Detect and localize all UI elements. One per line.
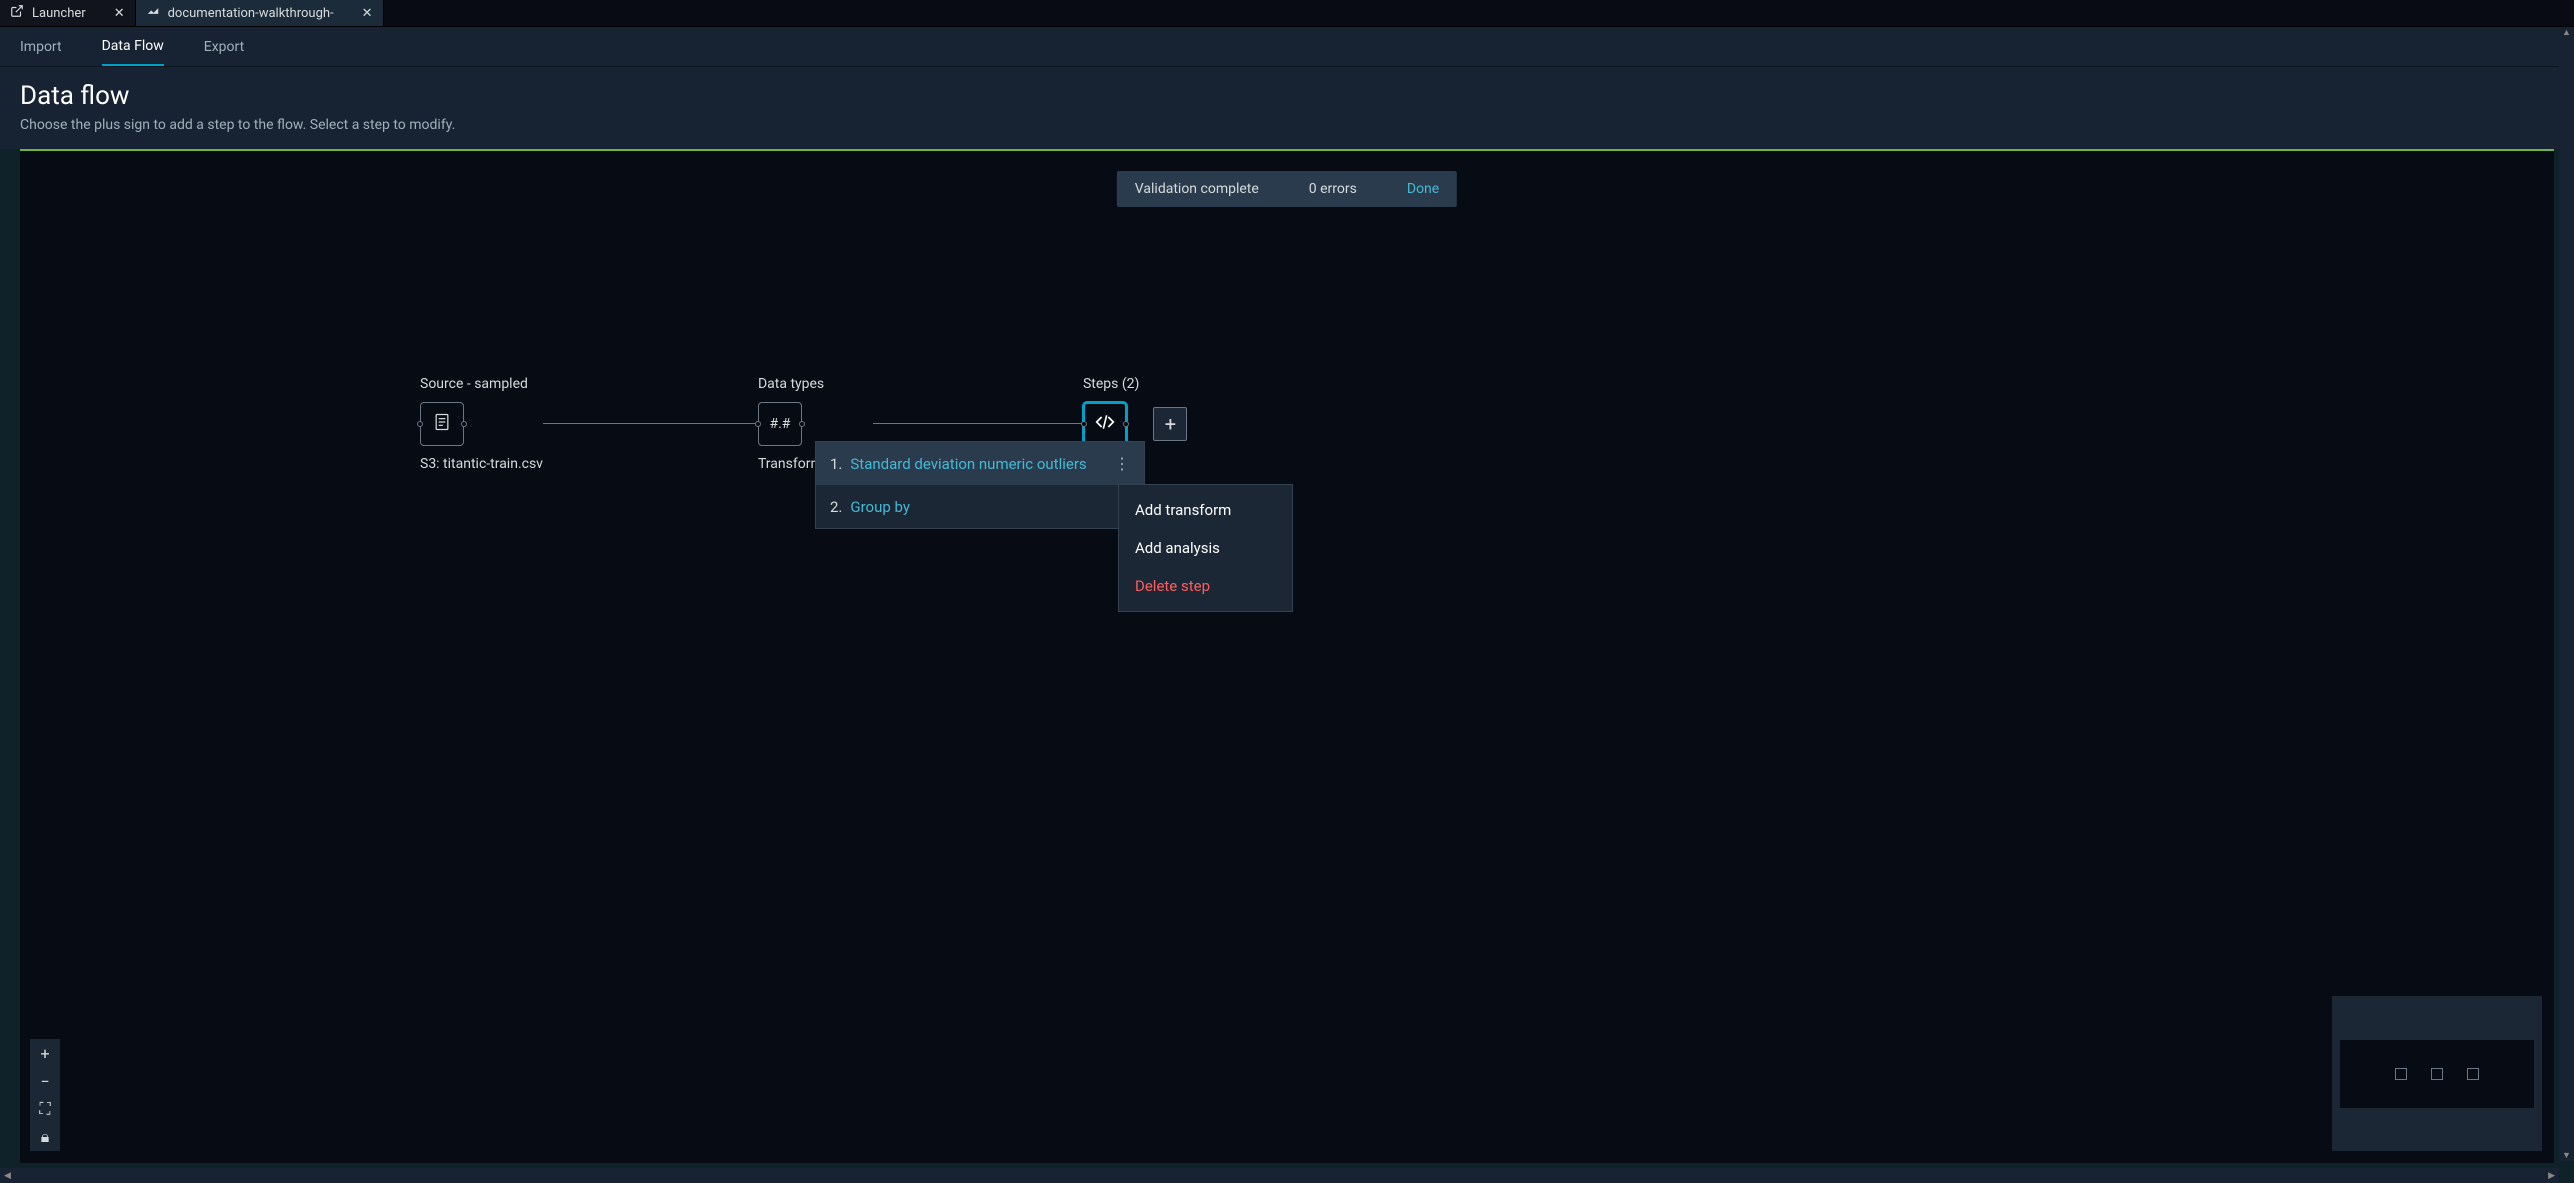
zoom-fit-button[interactable]: ⛶ <box>30 1095 60 1123</box>
expand-icon: ⛶ <box>39 1099 50 1119</box>
menu-add-transform[interactable]: Add transform <box>1119 491 1292 529</box>
minimap-node <box>2395 1068 2407 1080</box>
tab-documentation-walkthrough[interactable]: documentation-walkthrough- ✕ <box>136 0 384 26</box>
page-title: Data flow <box>20 81 2554 111</box>
close-icon[interactable]: ✕ <box>114 6 125 21</box>
step-row-2[interactable]: 2. Group by ⋮ <box>816 485 1144 528</box>
code-icon <box>1095 412 1115 436</box>
flow-file-icon <box>146 4 160 22</box>
hash-icon: #.# <box>770 416 791 432</box>
minimap-viewport <box>2340 1040 2534 1108</box>
minimap-node <box>2431 1068 2443 1080</box>
node-box-steps[interactable] <box>1083 402 1127 446</box>
validation-status: Validation complete <box>1135 181 1259 197</box>
page-subtitle: Choose the plus sign to add a step to th… <box>20 117 2554 133</box>
nav-import[interactable]: Import <box>20 29 62 65</box>
node-title: Steps (2) <box>1083 376 1139 392</box>
node-subtitle: S3: titantic-train.csv <box>420 456 543 472</box>
lock-icon: 🔒︎ <box>41 1127 50 1147</box>
edge <box>873 423 1083 424</box>
node-box-types[interactable]: #.# <box>758 402 802 446</box>
node-title: Data types <box>758 376 873 392</box>
section-tabs: Import Data Flow Export <box>0 27 2574 67</box>
plus-icon: + <box>1165 412 1176 436</box>
zoom-lock-button[interactable]: 🔒︎ <box>30 1123 60 1151</box>
nav-data-flow[interactable]: Data Flow <box>102 28 164 66</box>
zoom-out-button[interactable]: − <box>30 1067 60 1095</box>
external-link-icon <box>10 4 24 22</box>
validation-toast: Validation complete 0 errors Done <box>1117 171 1457 207</box>
nav-export[interactable]: Export <box>204 29 244 65</box>
page-header: Data flow Choose the plus sign to add a … <box>0 67 2574 149</box>
zoom-in-button[interactable]: + <box>30 1039 60 1067</box>
menu-add-analysis[interactable]: Add analysis <box>1119 529 1292 567</box>
step-number: 1. <box>830 455 842 473</box>
tab-launcher[interactable]: Launcher ✕ <box>0 0 136 26</box>
tab-label: documentation-walkthrough- <box>168 6 334 21</box>
add-step-button[interactable]: + <box>1153 407 1187 441</box>
step-context-menu: Add transform Add analysis Delete step <box>1118 484 1293 612</box>
window-tab-bar: Launcher ✕ documentation-walkthrough- ✕ <box>0 0 2574 27</box>
steps-popover: 1. Standard deviation numeric outliers ⋮… <box>815 441 1145 529</box>
validation-errors: 0 errors <box>1309 181 1357 197</box>
node-source[interactable]: Source - sampled S3: titantic-train.csv <box>420 376 543 472</box>
vertical-scrollbar[interactable]: ▲▼ <box>2559 27 2574 1161</box>
node-box-source[interactable] <box>420 402 464 446</box>
minimap[interactable] <box>2332 996 2542 1151</box>
horizontal-scrollbar[interactable]: ◀▶ <box>0 1168 2559 1183</box>
menu-delete-step[interactable]: Delete step <box>1119 567 1292 605</box>
step-name: Standard deviation numeric outliers <box>850 455 1106 473</box>
validation-done-link[interactable]: Done <box>1407 181 1439 197</box>
step-row-1[interactable]: 1. Standard deviation numeric outliers ⋮ <box>816 442 1144 485</box>
minimap-node <box>2467 1068 2479 1080</box>
kebab-icon[interactable]: ⋮ <box>1114 454 1130 473</box>
step-name: Group by <box>850 498 1106 516</box>
zoom-controls: + − ⛶ 🔒︎ <box>30 1039 60 1151</box>
step-number: 2. <box>830 498 842 516</box>
edge <box>543 423 758 424</box>
node-steps[interactable]: Steps (2) <box>1083 376 1139 446</box>
tab-label: Launcher <box>32 6 86 21</box>
plus-icon: + <box>40 1044 49 1063</box>
minus-icon: − <box>40 1072 49 1091</box>
flow-canvas[interactable]: Validation complete 0 errors Done Source… <box>20 149 2554 1163</box>
close-icon[interactable]: ✕ <box>362 6 373 21</box>
node-title: Source - sampled <box>420 376 543 392</box>
file-icon <box>432 412 452 436</box>
